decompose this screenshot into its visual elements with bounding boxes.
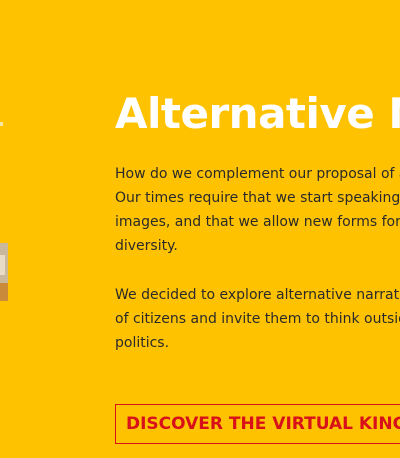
left-image-fragment (0, 243, 8, 301)
paragraph-line: We decided to explore alternative narrat… (115, 287, 400, 303)
discover-virtual-king-button[interactable]: DISCOVER THE VIRTUAL KING (115, 404, 400, 444)
paragraph-line: Our times require that we start speaking (115, 190, 400, 206)
paragraph-line: of citizens and invite them to think out… (115, 311, 400, 327)
paragraph-line: How do we complement our proposal of a (115, 166, 400, 182)
page: Alternative N How do we complement our p… (0, 0, 400, 458)
second-paragraph: We decided to explore alternative narrat… (115, 283, 400, 355)
section-title: Alternative N (115, 89, 400, 138)
intro-paragraph: How do we complement our proposal of a O… (115, 162, 400, 258)
left-image-fragment-top (0, 122, 3, 126)
paragraph-line: images, and that we allow new forms for … (115, 214, 400, 230)
paragraph-line: diversity. (115, 238, 178, 254)
paragraph-line: politics. (115, 335, 170, 351)
